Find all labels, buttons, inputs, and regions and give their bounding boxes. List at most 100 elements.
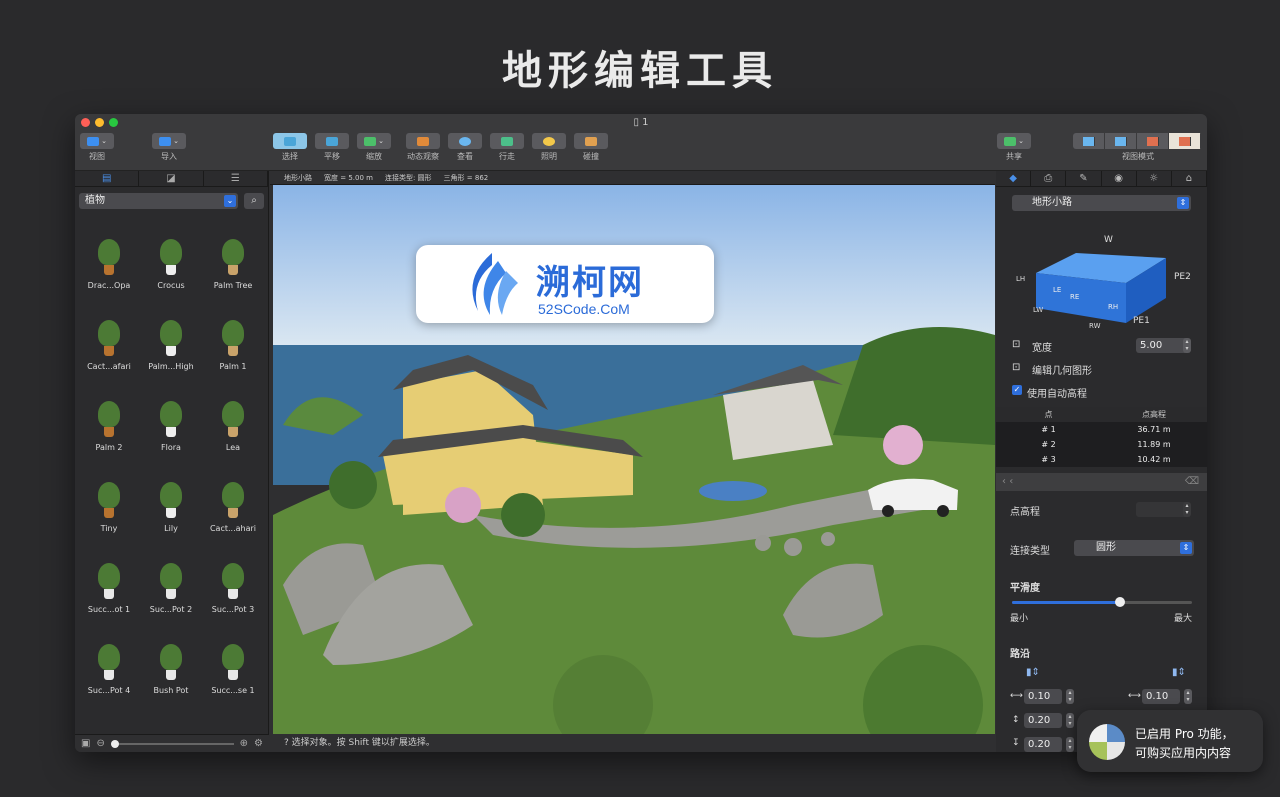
walk-tool[interactable]: 行走 [489,133,525,162]
pro-badge[interactable]: 已启用 Pro 功能， 可购买应用内内容 [1077,710,1263,772]
object-width: 宽度 = 5.00 m [324,174,373,182]
library-item[interactable]: Palm...High [140,306,202,371]
orbit-tool[interactable]: 动态观察 [402,133,444,162]
pan-tool[interactable]: 平移 [314,133,350,162]
curb-right-icon[interactable]: ▮⇕ [1172,667,1186,678]
curb-left-icon[interactable]: ▮⇕ [1026,667,1040,678]
curb-right-width-stepper[interactable]: ▴ ▾ [1184,689,1192,704]
zoom-button[interactable] [109,118,118,127]
point-elevation-stepper[interactable]: ▴ ▾ [1183,502,1191,517]
view-button[interactable]: ⌄ 视图 [79,133,115,162]
chevron-updown-icon: ⇕ [1177,197,1189,209]
view-mode-control[interactable]: 视图模式 [1072,133,1204,162]
library-item-label: Flora [161,443,181,452]
library-item-label: Lily [164,524,178,533]
object-type-select[interactable]: 地形小路 ⇕ [1012,195,1191,211]
walk-label: 行走 [499,152,515,161]
look-tool[interactable]: 查看 [447,133,483,162]
select-tool[interactable]: 选择 [272,133,308,162]
toolbar: ⌄ 视图 ⌄ 导入 选择 平移 ⌄ 缩放 动态观察 查看 行走 照明 碰撞 ⌄ … [75,131,1207,171]
look-label: 查看 [457,152,473,161]
thumb-size-slider[interactable] [110,739,234,748]
print-tab-icon[interactable]: ⎙ [1031,171,1067,186]
category-select[interactable]: 植物 ⌄ [79,193,238,209]
library-item[interactable]: Flora [140,387,202,452]
library-item[interactable]: Cact...afari [78,306,140,371]
curb-height-input[interactable]: 0.20 [1024,713,1062,728]
zoom-tool[interactable]: ⌄ 缩放 [356,133,392,162]
curb-left-width-stepper[interactable]: ▴ ▾ [1066,689,1074,704]
table-row[interactable]: # 3 10.42 m [996,452,1207,467]
point-elevation-input[interactable] [1136,502,1188,517]
library-item[interactable]: Suc...Pot 3 [202,549,264,614]
table-header-elevation: 点高程 [1142,410,1166,419]
library-item[interactable]: Succ...se 1 [202,630,264,695]
point-elevation: 36.71 m [1137,425,1171,434]
split-view-icon[interactable] [1137,133,1169,149]
camera-tab-icon[interactable]: ◉ [1102,171,1137,186]
library-item[interactable]: Suc...Pot 2 [140,549,202,614]
lw-label: LW [1033,306,1043,314]
import-button[interactable]: ⌄ 导入 [151,133,187,162]
library-item[interactable]: Tiny [78,468,140,533]
lighting-tool[interactable]: 照明 [531,133,567,162]
library-item[interactable]: Palm 1 [202,306,264,371]
table-row[interactable]: # 1 36.71 m [996,422,1207,437]
library-item[interactable]: Crocus [140,225,202,290]
library-item[interactable]: Lea [202,387,264,452]
library-item[interactable]: Cact...ahari [202,468,264,533]
share-button[interactable]: ⌄ 共享 [996,133,1032,162]
table-row[interactable]: # 2 11.89 m [996,437,1207,452]
elevation-view-icon[interactable] [1105,133,1137,149]
library-item[interactable]: Drac...Opa [78,225,140,290]
library-item[interactable]: Palm Tree [202,225,264,290]
width-stepper[interactable]: ▴ ▾ [1183,338,1191,353]
curb-left-width-input[interactable]: 0.10 [1024,689,1062,704]
library-item[interactable]: Lily [140,468,202,533]
trash-icon[interactable]: ⌫ [1185,473,1199,491]
max-label: 最大 [1174,614,1193,624]
image-icon[interactable]: ▣ [81,738,90,749]
pond [699,481,767,501]
search-icon[interactable]: ⌕ [244,193,264,209]
curb-right-width-input[interactable]: 0.10 [1142,689,1180,704]
orbit-label: 动态观察 [407,152,439,161]
smoothness-slider[interactable] [1012,597,1192,607]
close-button[interactable] [81,118,90,127]
minimize-button[interactable] [95,118,104,127]
edit-geometry-label[interactable]: 编辑几何图形 [1032,362,1092,377]
smoothness-label: 平滑度 [1010,583,1040,594]
edit-geometry-icon[interactable]: ⊡ [1012,362,1020,373]
help-icon[interactable]: ? [284,738,289,748]
zoom-out-icon[interactable]: ⊖ [96,738,104,749]
library-item[interactable]: Palm 2 [78,387,140,452]
plan-view-icon[interactable] [1073,133,1105,149]
category-value: 植物 [85,195,105,206]
list-tab-icon[interactable]: ☰ [204,171,268,186]
collision-tool[interactable]: 碰撞 [573,133,609,162]
library-item[interactable]: Succ...ot 1 [78,549,140,614]
3d-view-icon[interactable] [1169,133,1201,149]
materials-tab-icon[interactable]: ◪ [139,171,204,186]
plant-thumbnail [140,468,202,518]
library-item[interactable]: Suc...Pot 4 [78,630,140,695]
zoom-label: 缩放 [366,152,382,161]
lock-icon[interactable]: ⊡ [1012,339,1020,350]
object-tab-icon[interactable]: ◆ [996,171,1032,186]
gear-icon[interactable]: ⚙ [254,738,263,749]
library-item[interactable]: Bush Pot [140,630,202,695]
building-tab-icon[interactable]: ⌂ [1172,171,1207,186]
curb-height-stepper[interactable]: ▴ ▾ [1066,713,1074,728]
zoom-in-icon[interactable]: ⊕ [240,738,248,749]
auto-elevation-checkbox[interactable]: ✓ [1012,385,1022,395]
library-tab-icon[interactable]: ▤ [75,171,140,186]
sun-tab-icon[interactable]: ☼ [1137,171,1172,186]
connection-type-select[interactable]: 圆形 ⇕ [1074,540,1194,556]
width-input[interactable]: 5.00 [1136,338,1188,353]
back-icon[interactable]: ‹ [1002,476,1006,487]
prev-icon[interactable]: ‹ [1009,476,1013,487]
view-label: 视图 [89,152,105,161]
curb-depth-input[interactable]: 0.20 [1024,737,1062,752]
curb-depth-stepper[interactable]: ▴ ▾ [1066,737,1074,752]
pencil-tab-icon[interactable]: ✎ [1066,171,1102,186]
